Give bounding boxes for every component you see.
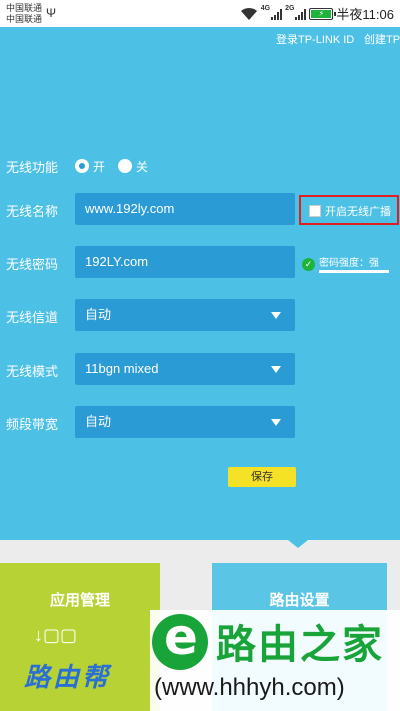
password-input[interactable]: 192LY.com — [75, 246, 295, 278]
carrier-2: 中国联通 — [6, 14, 43, 24]
signal-icon-1 — [271, 8, 283, 20]
password-strength: 密码强度：强 — [319, 258, 379, 269]
app-header: 登录TP-LINK ID 创建TP — [0, 27, 400, 117]
watermark-logo-icon — [152, 608, 208, 670]
wireless-function-label: 无线功能 — [6, 160, 59, 175]
wireless-settings-panel: 无线功能 开 关 无线名称 www.192ly.com 开启无线广播 无线密码 … — [0, 117, 400, 540]
broadcast-option[interactable]: 开启无线广播 — [299, 195, 399, 225]
check-icon: ✓ — [302, 258, 315, 271]
radio-off-label: 关 — [136, 160, 149, 174]
net-type-1: 4G — [260, 5, 271, 12]
bandwidth-value: 自动 — [85, 414, 112, 429]
login-tplink-id-link[interactable]: 登录TP-LINK ID — [276, 31, 354, 47]
bandwidth-label: 频段带宽 — [6, 417, 59, 432]
channel-select[interactable]: 自动 — [75, 299, 295, 331]
signal-icon-2 — [295, 8, 307, 20]
radio-on[interactable] — [75, 159, 89, 173]
apps-icon: ↓▢▢ — [34, 625, 78, 645]
bandwidth-select[interactable]: 自动 — [75, 406, 295, 438]
watermark-name: 路由之家 — [216, 623, 384, 667]
mode-select[interactable]: 11bgn mixed — [75, 353, 295, 385]
mode-value: 11bgn mixed — [85, 361, 159, 376]
password-strength-bar — [319, 270, 389, 273]
usb-icon: Ψ — [46, 6, 57, 20]
watermark: 路由之家 (www.hhhyh.com) — [150, 608, 400, 711]
chevron-down-icon — [271, 366, 281, 373]
radio-on-label: 开 — [93, 160, 106, 174]
ssid-label: 无线名称 — [6, 204, 59, 219]
broadcast-label: 开启无线广播 — [325, 206, 391, 218]
carrier-1: 中国联通 — [6, 3, 43, 13]
battery-charging-icon: ⚡ — [311, 9, 332, 18]
save-button[interactable]: 保存 — [228, 467, 296, 487]
wifi-icon — [240, 7, 257, 20]
password-label: 无线密码 — [6, 257, 59, 272]
status-icons: 4G 2G ⚡ 半夜11:06 — [240, 5, 394, 22]
broadcast-checkbox[interactable] — [309, 205, 321, 217]
panel-pointer — [288, 540, 308, 548]
chevron-down-icon — [271, 419, 281, 426]
net-type-2: 2G — [285, 5, 295, 12]
ssid-input[interactable]: www.192ly.com — [75, 193, 295, 225]
battery-icon: ⚡ — [309, 7, 337, 20]
watermark-left-text: 路由帮 — [24, 662, 112, 692]
watermark-url: (www.hhhyh.com) — [154, 674, 345, 701]
radio-off[interactable] — [118, 159, 132, 173]
status-bar: 中国联通 中国联通 Ψ 4G 2G ⚡ 半夜11:06 — [0, 0, 400, 27]
chevron-down-icon — [271, 312, 281, 319]
channel-label: 无线信道 — [6, 310, 59, 325]
clock: 半夜11:06 — [336, 7, 394, 22]
create-tplink-id-link[interactable]: 创建TP — [364, 31, 400, 47]
mode-label: 无线模式 — [6, 364, 59, 379]
channel-value: 自动 — [85, 307, 112, 322]
app-manage-title: 应用管理 — [49, 592, 110, 609]
router-settings-title: 路由设置 — [269, 592, 330, 609]
